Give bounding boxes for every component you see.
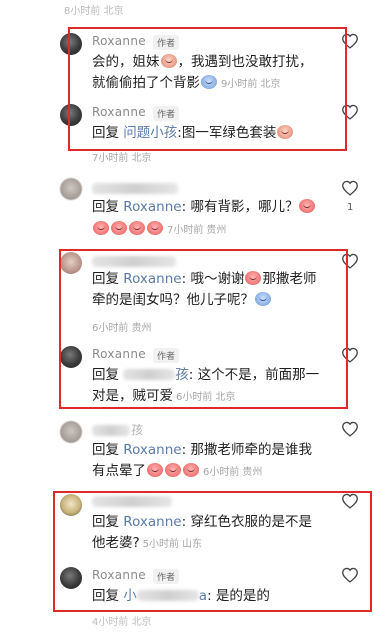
comment-text: 回复 Roxanne: 哪有背影，哪儿？ <box>92 197 342 218</box>
comment-author[interactable]: 孩 <box>131 421 143 438</box>
heart-outline-icon[interactable] <box>341 180 359 196</box>
highlight-box <box>68 27 347 151</box>
highlight-box <box>59 249 348 409</box>
emoji-icon <box>147 463 163 477</box>
blurred-username <box>92 183 178 194</box>
like-count: 1 <box>347 202 354 213</box>
comment-location: 贵州 <box>242 467 263 478</box>
comment-meta: 7小时前 北京 <box>92 153 152 164</box>
emoji-icon <box>111 221 127 235</box>
emoji-icon <box>147 221 163 235</box>
avatar[interactable] <box>60 178 82 200</box>
avatar[interactable] <box>60 421 82 443</box>
comment-text: 回复 Roxanne: 那撒老师牵的是谁我 有点晕了 6小时前 贵州 <box>92 442 312 479</box>
heart-outline-icon[interactable] <box>341 421 359 437</box>
mention-link[interactable]: Roxanne <box>123 199 181 215</box>
emoji-icon <box>93 221 109 235</box>
emoji-icon <box>129 221 145 235</box>
comment-meta: 4小时前 北京 <box>92 617 152 628</box>
top-meta: 8小时前 北京 <box>64 6 124 17</box>
comment-location: 贵州 <box>206 225 227 236</box>
emoji-icon <box>165 463 181 477</box>
emoji-icon <box>183 463 199 477</box>
blurred-username <box>92 425 130 436</box>
highlight-box <box>53 491 372 612</box>
comment-time: 7小时前 <box>167 225 204 236</box>
mention-link[interactable]: Roxanne <box>123 442 181 458</box>
emoji-row: 7小时前 贵州 <box>92 219 342 241</box>
emoji-icon <box>299 199 316 213</box>
comment-time: 6小时前 <box>203 467 240 478</box>
